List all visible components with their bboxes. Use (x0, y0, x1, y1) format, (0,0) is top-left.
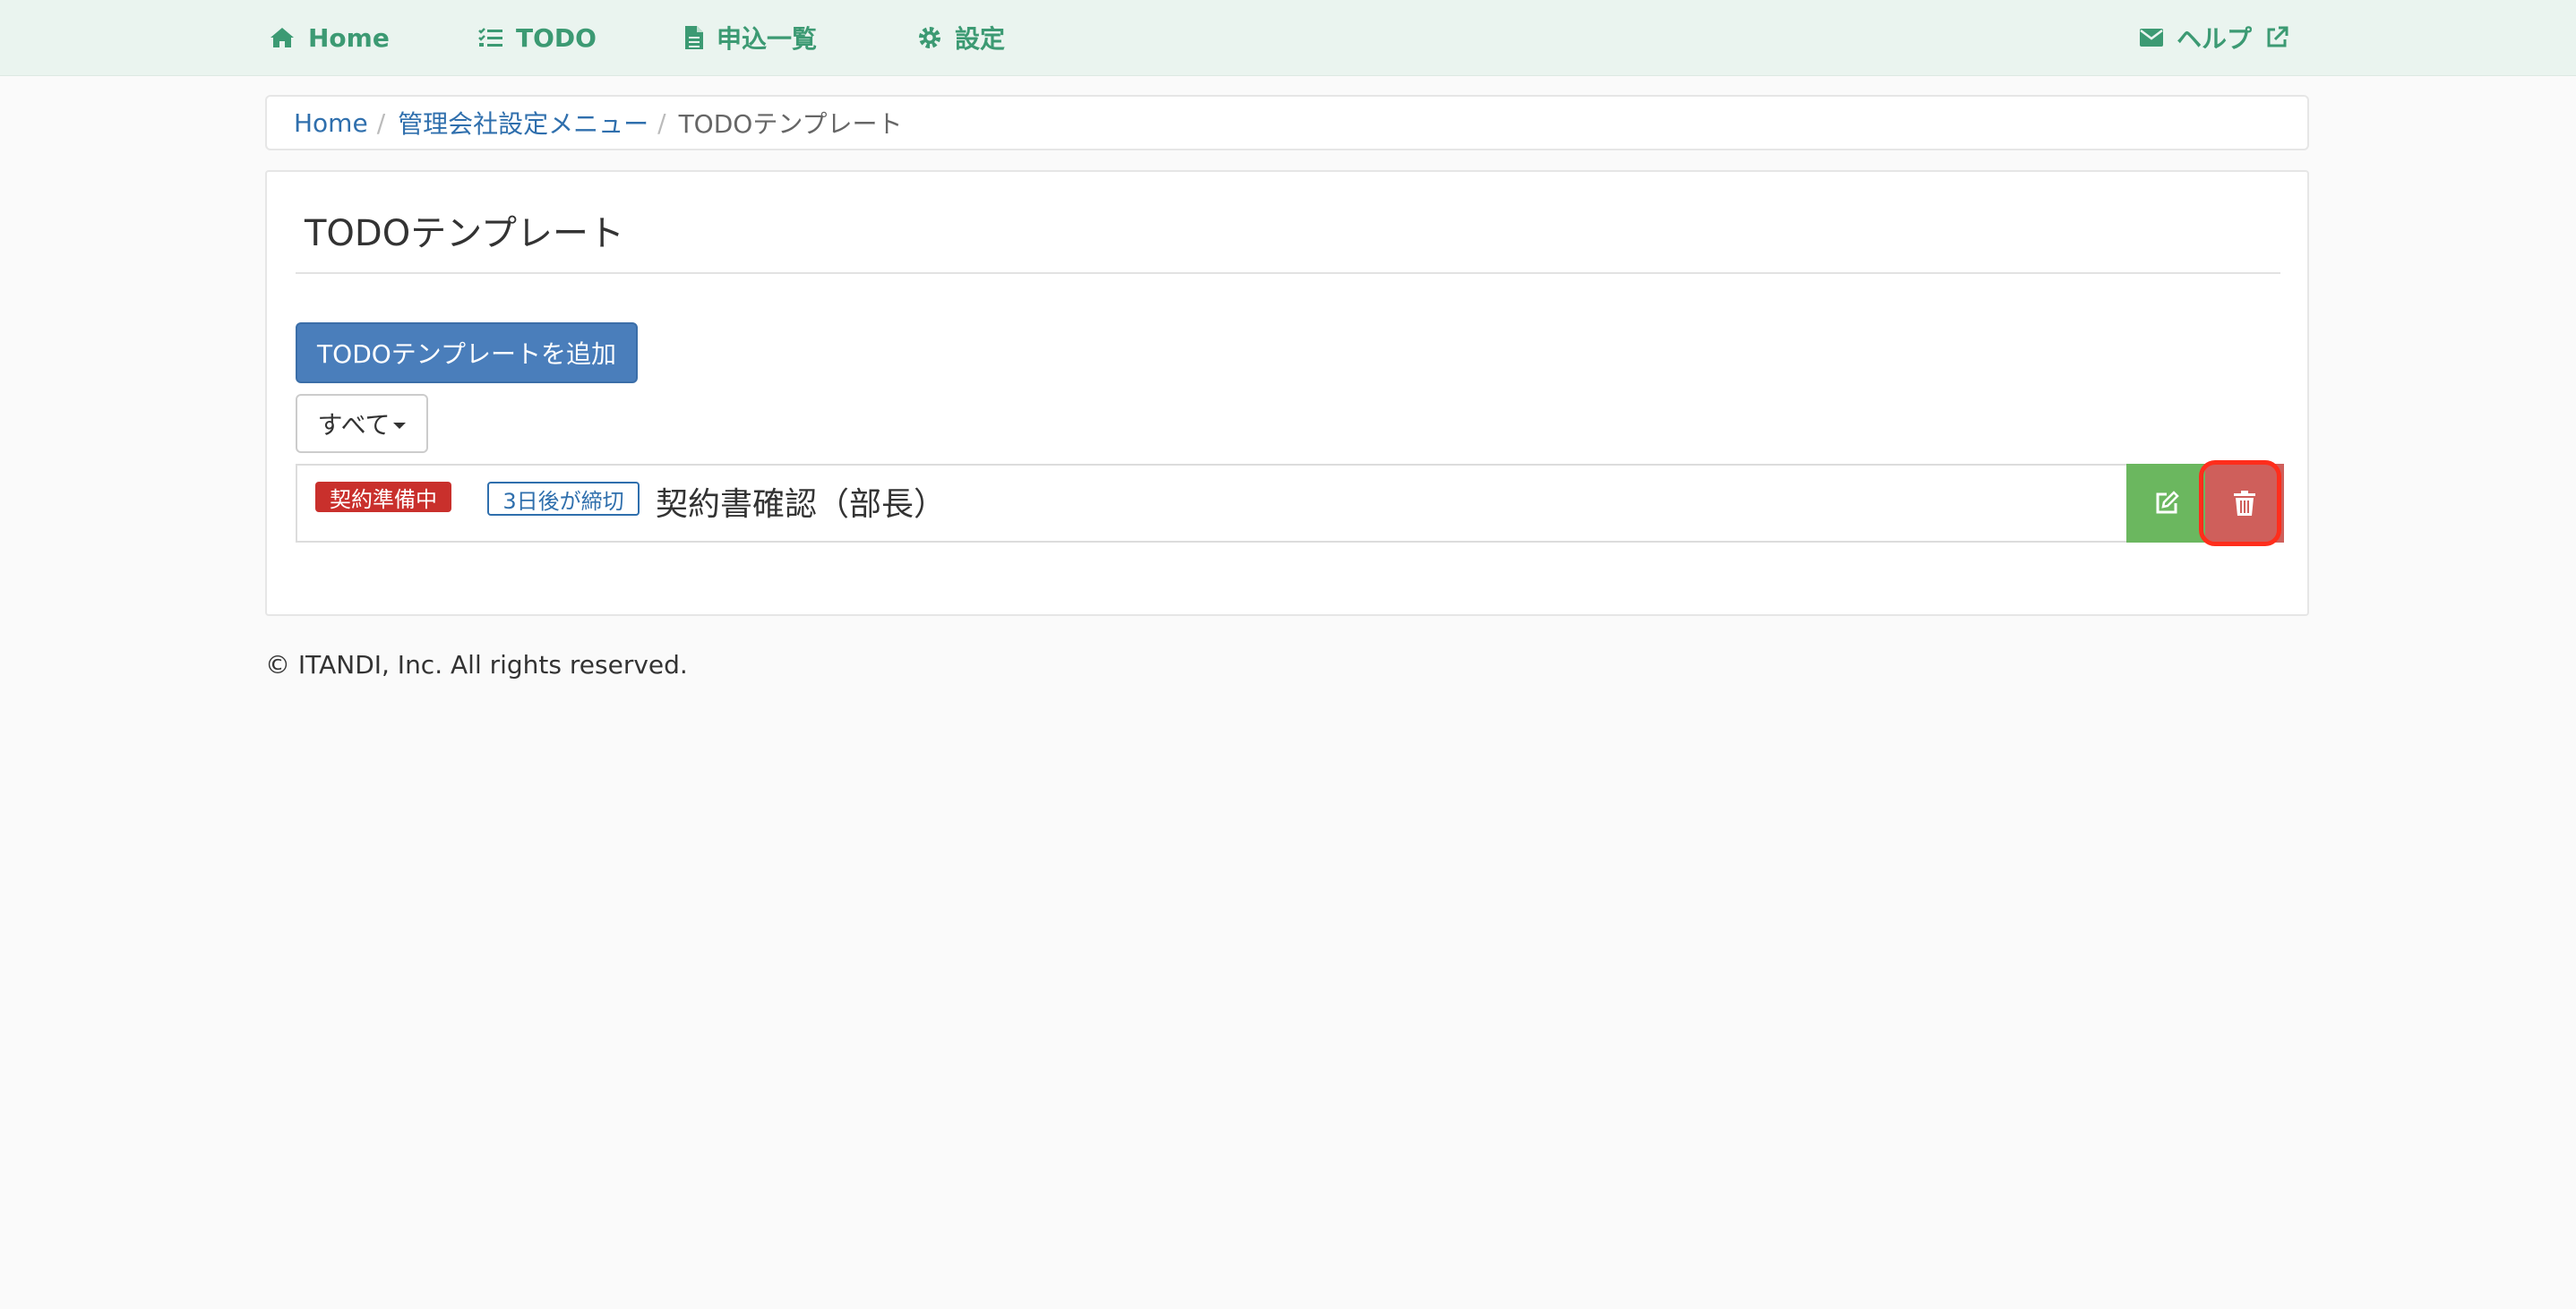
title-divider (296, 272, 2280, 274)
todo-template-row: 契約準備中 3日後が締切 契約書確認（部長） (296, 464, 2284, 543)
breadcrumb-separator: / (657, 107, 666, 138)
nav-home-label: Home (308, 22, 390, 53)
nav-settings-label: 設定 (955, 24, 1006, 54)
filter-dropdown-button[interactable]: すべて (296, 394, 428, 453)
caret-down-icon (393, 422, 407, 429)
breadcrumb: Home / 管理会社設定メニュー / TODOテンプレート (265, 95, 2309, 150)
gear-icon (919, 27, 940, 48)
nav-settings-link[interactable]: 設定 (917, 0, 1005, 75)
breadcrumb-settings-menu-link[interactable]: 管理会社設定メニュー (398, 105, 648, 141)
edit-button[interactable] (2126, 464, 2207, 543)
add-todo-template-button[interactable]: TODOテンプレートを追加 (296, 322, 638, 383)
envelope-icon (2140, 29, 2163, 47)
breadcrumb-current: TODOテンプレート (678, 109, 903, 139)
status-badge: 契約準備中 (315, 482, 451, 512)
external-link-icon (2267, 26, 2288, 47)
top-navbar: Home TODO 申込一覧 設定 ヘルプ (0, 0, 2576, 76)
list-check-icon (478, 28, 502, 47)
nav-todo-label: TODO (516, 22, 597, 53)
deadline-badge: 3日後が締切 (487, 482, 640, 516)
breadcrumb-home-link[interactable]: Home (294, 108, 368, 138)
nav-todo-link[interactable]: TODO (478, 0, 597, 75)
main-panel: TODOテンプレート TODOテンプレートを追加 すべて 契約準備中 3日後が締… (265, 170, 2309, 616)
nav-home-link[interactable]: Home (269, 0, 390, 75)
todo-template-name: 契約書確認（部長） (656, 486, 947, 523)
breadcrumb-separator: / (376, 107, 386, 138)
nav-help-label: ヘルプ (2177, 24, 2253, 54)
nav-help-link[interactable]: ヘルプ (2139, 0, 2289, 75)
file-icon (685, 26, 703, 49)
nav-applications-label: 申込一覧 (717, 24, 818, 54)
edit-icon (2156, 491, 2179, 514)
nav-applications-link[interactable]: 申込一覧 (684, 0, 817, 75)
delete-button[interactable] (2205, 464, 2284, 543)
home-icon (270, 28, 294, 47)
page-title: TODOテンプレート (305, 213, 625, 254)
footer-copyright: © ITANDI, Inc. All rights reserved. (265, 650, 688, 680)
trash-icon (2234, 491, 2255, 516)
filter-dropdown-label: すべて (317, 410, 391, 440)
